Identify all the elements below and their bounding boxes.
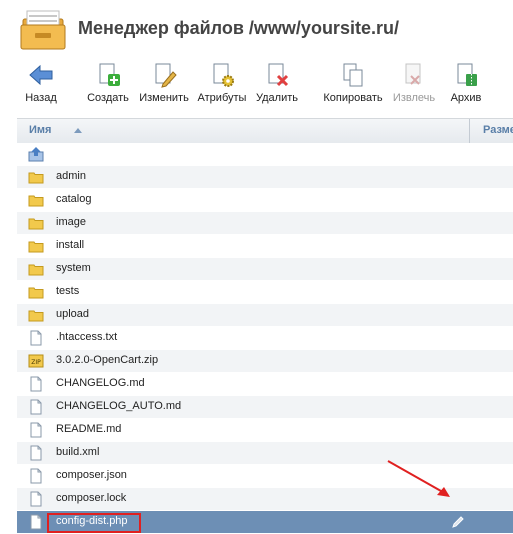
back-label: Назад [25,92,57,104]
file-name: CHANGELOG_AUTO.md [56,400,182,412]
archive-label: Архив [450,92,482,104]
file-row[interactable]: config-dist.php [17,511,513,534]
file-name: 3.0.2.0-OpenCart.zip [56,354,159,366]
pencil-icon[interactable] [451,515,465,529]
zip-file-icon: ZIP [28,354,44,368]
file-icon [30,445,42,461]
folder-icon [28,287,44,299]
toolbar: Назад Создать Изменить Атрибуты Удалить [0,62,513,112]
file-name: upload [56,308,90,320]
create-label: Создать [87,92,129,104]
file-row[interactable]: ZIP 3.0.2.0-OpenCart.zip [17,350,513,373]
arrow-left-icon [29,64,53,86]
folder-icon [28,264,44,276]
attributes-label: Атрибуты [197,92,247,104]
archive-icon [457,63,477,86]
delete-file-icon [268,63,289,87]
file-icon [30,399,42,415]
edit-file-icon [155,63,177,88]
file-manager-icon [20,10,66,50]
file-icon [30,514,42,530]
svg-text:ZIP: ZIP [31,359,41,366]
file-icon [30,422,42,438]
file-row[interactable]: README.md [17,419,513,442]
window-header: Менеджер файлов /www/yoursite.ru/ [0,0,513,56]
column-size-header[interactable]: Разме [483,124,513,136]
folder-icon [28,218,44,230]
sort-ascending-icon[interactable] [74,128,82,133]
file-row[interactable]: .htaccess.txt [17,327,513,350]
folder-up-icon [28,147,44,162]
annotation-highlight [47,513,141,533]
file-name: image [56,216,86,228]
edit-label: Изменить [139,92,189,104]
file-name: README.md [56,423,122,435]
file-name: tests [56,285,80,297]
parent-directory-row[interactable] [17,143,513,166]
edit-button[interactable]: Изменить [138,62,190,110]
file-name: .htaccess.txt [56,331,118,343]
file-row[interactable]: image [17,212,513,235]
file-name: build.xml [56,446,100,458]
folder-icon [28,172,44,184]
file-name: composer.lock [56,492,127,504]
file-row[interactable]: admin [17,166,513,189]
copy-label: Копировать [323,92,383,104]
extract-button[interactable]: Извлечь [392,62,436,110]
extract-icon [405,63,421,85]
delete-button[interactable]: Удалить [254,62,300,110]
file-name: admin [56,170,86,182]
attributes-button[interactable]: Атрибуты [196,62,248,110]
file-name: install [56,239,85,251]
copy-icon [343,63,363,87]
annotation-arrow [387,460,450,497]
gear-file-icon [213,63,234,87]
file-row[interactable]: upload [17,304,513,327]
folder-icon [28,310,44,322]
file-name: system [56,262,91,274]
file-icon [30,330,42,346]
file-icon [30,468,42,484]
create-button[interactable]: Создать [84,62,132,110]
file-name: CHANGELOG.md [56,377,145,389]
file-row[interactable]: CHANGELOG.md [17,373,513,396]
column-name-header[interactable]: Имя [29,124,51,136]
new-file-icon [99,63,120,86]
file-table-header: Имя Разме [17,118,513,144]
file-row[interactable]: tests [17,281,513,304]
page-title: Менеджер файлов /www/yoursite.ru/ [78,18,399,38]
back-button[interactable]: Назад [22,62,60,110]
file-name: composer.json [56,469,127,481]
folder-icon [28,241,44,253]
archive-button[interactable]: Архив [446,62,486,110]
file-row[interactable]: install [17,235,513,258]
file-row[interactable]: catalog [17,189,513,212]
file-icon [30,376,42,392]
delete-label: Удалить [256,92,298,104]
file-name: catalog [56,193,92,205]
file-icon [30,491,42,507]
folder-icon [28,195,44,207]
file-row[interactable]: system [17,258,513,281]
file-row[interactable]: CHANGELOG_AUTO.md [17,396,513,419]
copy-button[interactable]: Копировать [322,62,384,110]
extract-label: Извлечь [392,92,436,104]
column-separator[interactable] [469,119,470,143]
